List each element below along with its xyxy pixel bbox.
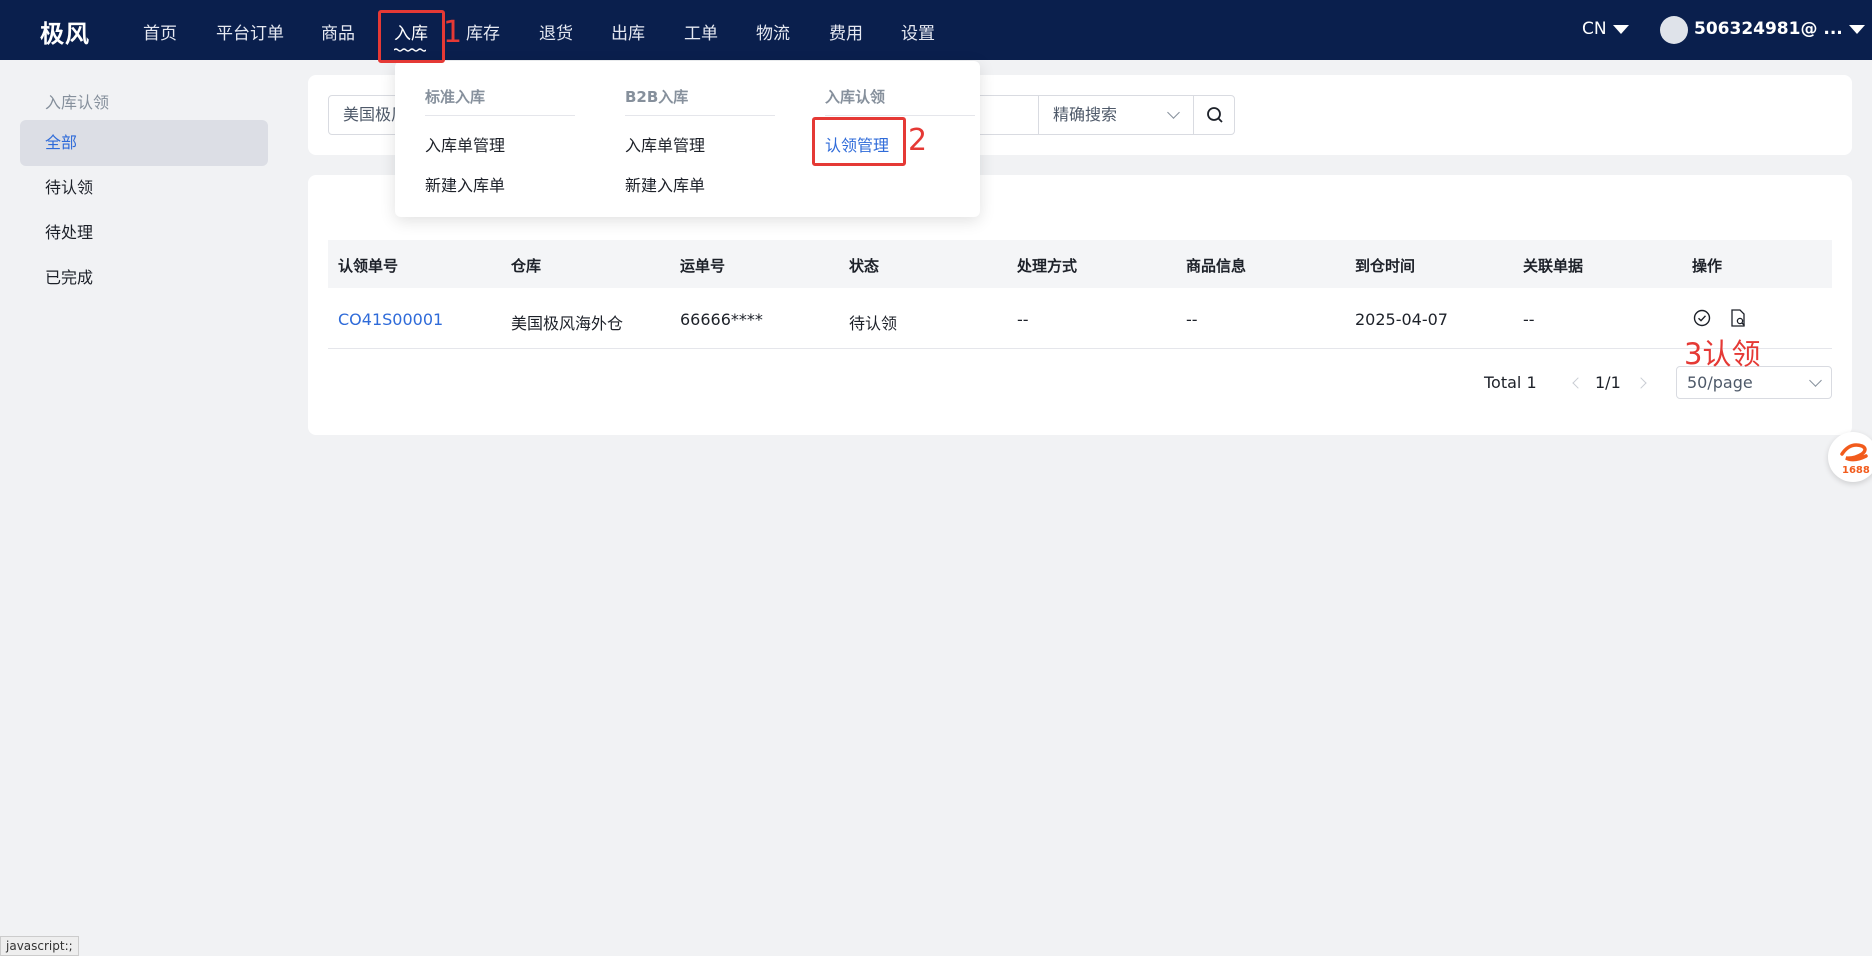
col-product-info: 商品信息: [1186, 257, 1247, 275]
nav-inventory[interactable]: 库存: [466, 19, 500, 44]
language-label: CN: [1582, 19, 1607, 39]
cell-status: 待认领: [849, 314, 898, 333]
nav-returns[interactable]: 退货: [539, 19, 573, 44]
table-header: 认领单号 仓库 运单号 状态 处理方式 商品信息 到仓时间 关联单据 操作 CO…: [328, 240, 1832, 333]
sidebar-item-completed[interactable]: 已完成: [20, 255, 268, 301]
col-handling: 处理方式: [1017, 257, 1078, 275]
nav-platform-orders[interactable]: 平台订单: [216, 19, 284, 44]
nav-tickets[interactable]: 工单: [684, 19, 718, 44]
sidebar-item-all[interactable]: 全部: [20, 120, 268, 166]
annotation-label-1: 1: [443, 15, 463, 50]
chevron-down-icon: [1809, 374, 1822, 387]
user-name: 506324981@ ...: [1694, 19, 1843, 39]
user-menu[interactable]: 506324981@ ...: [1694, 19, 1865, 39]
page-size-value: 50/page: [1687, 373, 1753, 392]
nav-logistics[interactable]: 物流: [756, 19, 790, 44]
nav-home[interactable]: 首页: [143, 19, 177, 44]
menu-standard-inbound-new[interactable]: 新建入库单: [425, 172, 505, 196]
search-button[interactable]: [1193, 95, 1235, 135]
claim-check-icon[interactable]: [1692, 308, 1712, 328]
dropdown-head-standard: 标准入库: [425, 86, 575, 116]
cell-waybill: 66666****: [680, 310, 763, 329]
menu-b2b-inbound-manage[interactable]: 入库单管理: [625, 132, 705, 156]
col-related-docs: 关联单据: [1523, 257, 1584, 275]
menu-standard-inbound-manage[interactable]: 入库单管理: [425, 132, 505, 156]
cell-arrival-time: 2025-04-07: [1355, 310, 1448, 329]
col-status: 状态: [849, 257, 880, 275]
logo[interactable]: 极风: [40, 14, 90, 49]
col-arrival-time: 到仓时间: [1355, 257, 1416, 275]
ali-1688-label: 1688: [1842, 465, 1870, 476]
nav-settings[interactable]: 设置: [901, 19, 935, 44]
col-claim-no: 认领单号: [338, 257, 399, 275]
avatar[interactable]: [1660, 16, 1688, 44]
caret-down-icon: [1612, 24, 1629, 34]
row-divider: [328, 348, 1832, 349]
pager-total: Total 1: [1484, 373, 1537, 392]
sidebar-item-pending-process[interactable]: 待处理: [20, 210, 268, 256]
cell-warehouse: 美国极风海外仓: [511, 314, 624, 333]
claim-no-link[interactable]: CO41S00001: [338, 310, 443, 329]
sidebar-item-pending-claim[interactable]: 待认领: [20, 165, 268, 211]
annotation-label-2: 2: [908, 123, 928, 158]
col-warehouse: 仓库: [511, 257, 542, 275]
dropdown-head-claim: 入库认领: [825, 86, 975, 116]
view-detail-icon[interactable]: [1728, 308, 1748, 328]
top-navbar: 极风 首页 平台订单 商品 入库 库存 退货 出库 工单 物流 费用 设置 CN…: [0, 0, 1872, 60]
language-switcher[interactable]: CN: [1582, 19, 1629, 39]
search-mode-select[interactable]: 精确搜索: [1038, 95, 1194, 135]
col-actions: 操作: [1692, 257, 1723, 275]
ali-1688-widget[interactable]: 1688: [1828, 432, 1872, 482]
search-icon: [1207, 107, 1223, 123]
cell-related-docs: --: [1523, 310, 1535, 329]
nav-outbound[interactable]: 出库: [611, 19, 645, 44]
cell-product-info: --: [1186, 310, 1198, 329]
chevron-down-icon: [1167, 106, 1180, 119]
annotation-box-2: [812, 117, 906, 166]
annotation-label-3: 3认领: [1684, 337, 1761, 371]
dropdown-head-b2b: B2B入库: [625, 86, 775, 116]
pager-current: 1/1: [1595, 373, 1621, 392]
search-mode-value: 精确搜索: [1053, 105, 1118, 124]
menu-b2b-inbound-new[interactable]: 新建入库单: [625, 172, 705, 196]
browser-status-bar: javascript:;: [0, 936, 79, 956]
cell-handling: --: [1017, 310, 1029, 329]
annotation-box-1: [378, 10, 445, 63]
sidebar-title: 入库认领: [45, 93, 110, 112]
nav-products[interactable]: 商品: [321, 19, 355, 44]
caret-down-icon: [1848, 24, 1865, 34]
nav-fees[interactable]: 费用: [829, 19, 863, 44]
col-waybill: 运单号: [680, 257, 726, 275]
